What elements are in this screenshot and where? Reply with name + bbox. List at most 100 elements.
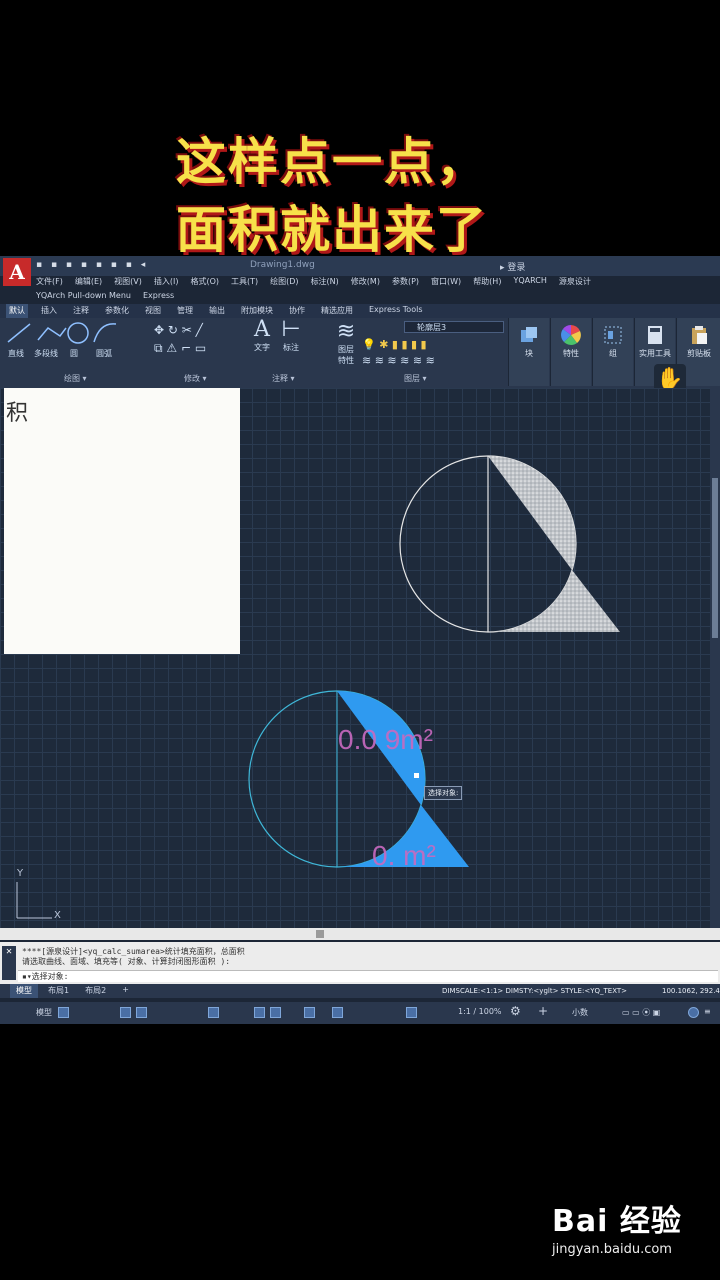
properties-button[interactable]: 特性 [550, 318, 591, 386]
3d-osnap-icon[interactable] [332, 1007, 343, 1018]
command-input[interactable]: ▪▾选择对象: [18, 970, 718, 982]
tab-annotate[interactable]: 注释 [70, 304, 92, 318]
horizontal-scroll-thumb[interactable] [316, 930, 324, 938]
drawing-canvas[interactable]: 积 0.0 9m² 0. m² 选择对象: Y X [0, 388, 710, 928]
properties-button-label: 特性 [563, 349, 579, 358]
menu-item[interactable]: YQARCH [513, 276, 546, 290]
vertical-scroll-thumb[interactable] [712, 478, 718, 638]
tab-parametric[interactable]: 参数化 [102, 304, 132, 318]
block-button[interactable]: 块 [508, 318, 549, 386]
menu-item[interactable]: 修改(M) [351, 276, 380, 290]
video-caption: 这样点一点， 面积就出来了 [0, 128, 720, 264]
group-icon [604, 326, 622, 344]
block-button-label: 块 [525, 349, 533, 358]
menu-item[interactable]: 视图(V) [114, 276, 142, 290]
polar-toggle-icon[interactable] [136, 1007, 147, 1018]
text-button-label: 文字 [254, 343, 270, 352]
dimension-button[interactable]: ⊢ 标注 [278, 318, 304, 353]
draw-tools-icons: ✥ ↻ ✂ ╱ ⧉ ⚠ ⌐ ▭ [7, 322, 206, 355]
selected-figure[interactable] [248, 690, 469, 868]
tab-model[interactable]: 模型 [10, 984, 38, 998]
svg-text:💡 ✱ ▮ ▮ ▮ ▮: 💡 ✱ ▮ ▮ ▮ ▮ [362, 338, 427, 351]
annotation-icon[interactable] [406, 1007, 417, 1018]
tab-insert[interactable]: 插入 [38, 304, 60, 318]
gear-icon[interactable]: ⚙ [510, 1004, 521, 1018]
fullscreen-icon[interactable] [688, 1007, 699, 1018]
panel-annotation-label[interactable]: 注释 ▾ [272, 373, 295, 384]
vertical-scrollbar[interactable] [710, 388, 720, 928]
panel-modify-label[interactable]: 修改 ▾ [184, 373, 207, 384]
menu-item[interactable]: 参数(P) [392, 276, 419, 290]
modify-tools-icon-row2: ⧉ ⚠ ⌐ ▭ [154, 341, 206, 355]
quick-access-toolbar[interactable]: ▪ ▪ ▪ ▪ ▪ ▪ ▪ ◂ [36, 260, 148, 270]
annotation-scale[interactable]: 1:1 / 100% [458, 1007, 502, 1016]
layers-icon: ≋ [336, 319, 356, 344]
calculator-icon [648, 326, 662, 344]
line-button[interactable]: 直线 [8, 348, 24, 359]
tab-manage[interactable]: 管理 [174, 304, 196, 318]
group-button[interactable]: 组 [592, 318, 633, 386]
tab-addins[interactable]: 附加模块 [238, 304, 276, 318]
tab-collaborate[interactable]: 协作 [286, 304, 308, 318]
menu-item[interactable]: 文件(F) [36, 276, 63, 290]
menu-item[interactable]: 窗口(W) [431, 276, 461, 290]
caption-line-1: 这样点一点， [176, 133, 488, 191]
menu-item[interactable]: 绘图(D) [270, 276, 298, 290]
menu-item[interactable]: 源泉设计 [559, 276, 591, 290]
clipboard-icon [692, 326, 707, 344]
model-space-toggle[interactable]: 模型 [36, 1007, 52, 1018]
circle-button[interactable]: 圆 [70, 348, 78, 359]
polyline-tool-icon [37, 327, 67, 341]
osnap-toggle-icon[interactable] [208, 1007, 219, 1018]
tab-default[interactable]: 默认 [6, 304, 28, 318]
arc-button[interactable]: 圆弧 [96, 348, 112, 359]
horizontal-scrollbar[interactable] [0, 928, 720, 940]
menu-item[interactable]: 工具(T) [231, 276, 258, 290]
panel-layer-label[interactable]: 图层 ▾ [404, 373, 427, 384]
menu-item[interactable]: YQArch Pull-down Menu [36, 291, 131, 303]
units-dropdown[interactable]: 小数 [572, 1007, 588, 1018]
grid-toggle-icon[interactable] [58, 1007, 69, 1018]
selection-cycling-icon[interactable] [304, 1007, 315, 1018]
close-icon[interactable]: ✕ [2, 946, 16, 980]
text-button[interactable]: A 文字 [250, 318, 274, 353]
window-title: Drawing1.dwg [250, 260, 315, 270]
circle-tool-icon [67, 322, 89, 344]
tab-express-tools[interactable]: Express Tools [366, 304, 426, 318]
tab-featured[interactable]: 精选应用 [318, 304, 356, 318]
tab-layout2[interactable]: 布局2 [79, 984, 112, 998]
svg-text:≋ ≋ ≋ ≋ ≋ ≋: ≋ ≋ ≋ ≋ ≋ ≋ [362, 354, 435, 367]
lineweight-toggle-icon[interactable] [254, 1007, 265, 1018]
group-button-label: 组 [609, 349, 617, 358]
customize-icon[interactable]: ≡ [704, 1007, 711, 1016]
autocad-logo-icon[interactable]: A [3, 258, 31, 286]
menu-item[interactable]: Express [143, 291, 174, 303]
transparency-toggle-icon[interactable] [270, 1007, 281, 1018]
tab-view[interactable]: 视图 [142, 304, 164, 318]
menu-item[interactable]: 帮助(H) [473, 276, 501, 290]
login-button[interactable]: ▸ 登录 [500, 260, 525, 273]
layer-dropdown[interactable]: 轮廓层3 [404, 321, 504, 333]
menu-item[interactable]: 格式(O) [190, 276, 219, 290]
ortho-toggle-icon[interactable] [120, 1007, 131, 1018]
layout-tabs: 模型 布局1 布局2 + DIMSCALE:<1:1> DIMSTY:<yglt… [0, 984, 720, 998]
add-layout-button[interactable]: + [116, 984, 135, 998]
panel-draw-label[interactable]: 绘图 ▾ [64, 373, 87, 384]
tab-layout1[interactable]: 布局1 [42, 984, 75, 998]
polyline-button[interactable]: 多段线 [34, 348, 58, 359]
modify-tools-icon: ✥ ↻ ✂ ╱ [154, 322, 204, 337]
tab-output[interactable]: 输出 [206, 304, 228, 318]
hatched-figure[interactable] [399, 455, 620, 633]
caption-line-2: 面积就出来了 [176, 201, 488, 259]
select-object-tooltip: 选择对象: [424, 786, 463, 800]
status-tools-icons[interactable]: ▭ ▭ ⦿ ▣ [622, 1007, 660, 1018]
plus-icon[interactable]: + [538, 1004, 548, 1018]
drawing-geometry [16, 455, 620, 919]
status-bar: 模型 1:1 / 100% ⚙ + 小数 ▭ ▭ ⦿ ▣ ≡ [0, 1002, 720, 1024]
text-a-icon: A [254, 317, 270, 342]
menu-item[interactable]: 标注(N) [311, 276, 339, 290]
command-line: ✕ ****[源泉设计]<yq_calc_sumarea>统计填充面积，总面积 … [0, 942, 720, 984]
layer-properties-button[interactable]: ≋ 图层 特性 [334, 320, 358, 366]
menu-item[interactable]: 插入(I) [154, 276, 179, 290]
menu-item[interactable]: 编辑(E) [75, 276, 102, 290]
